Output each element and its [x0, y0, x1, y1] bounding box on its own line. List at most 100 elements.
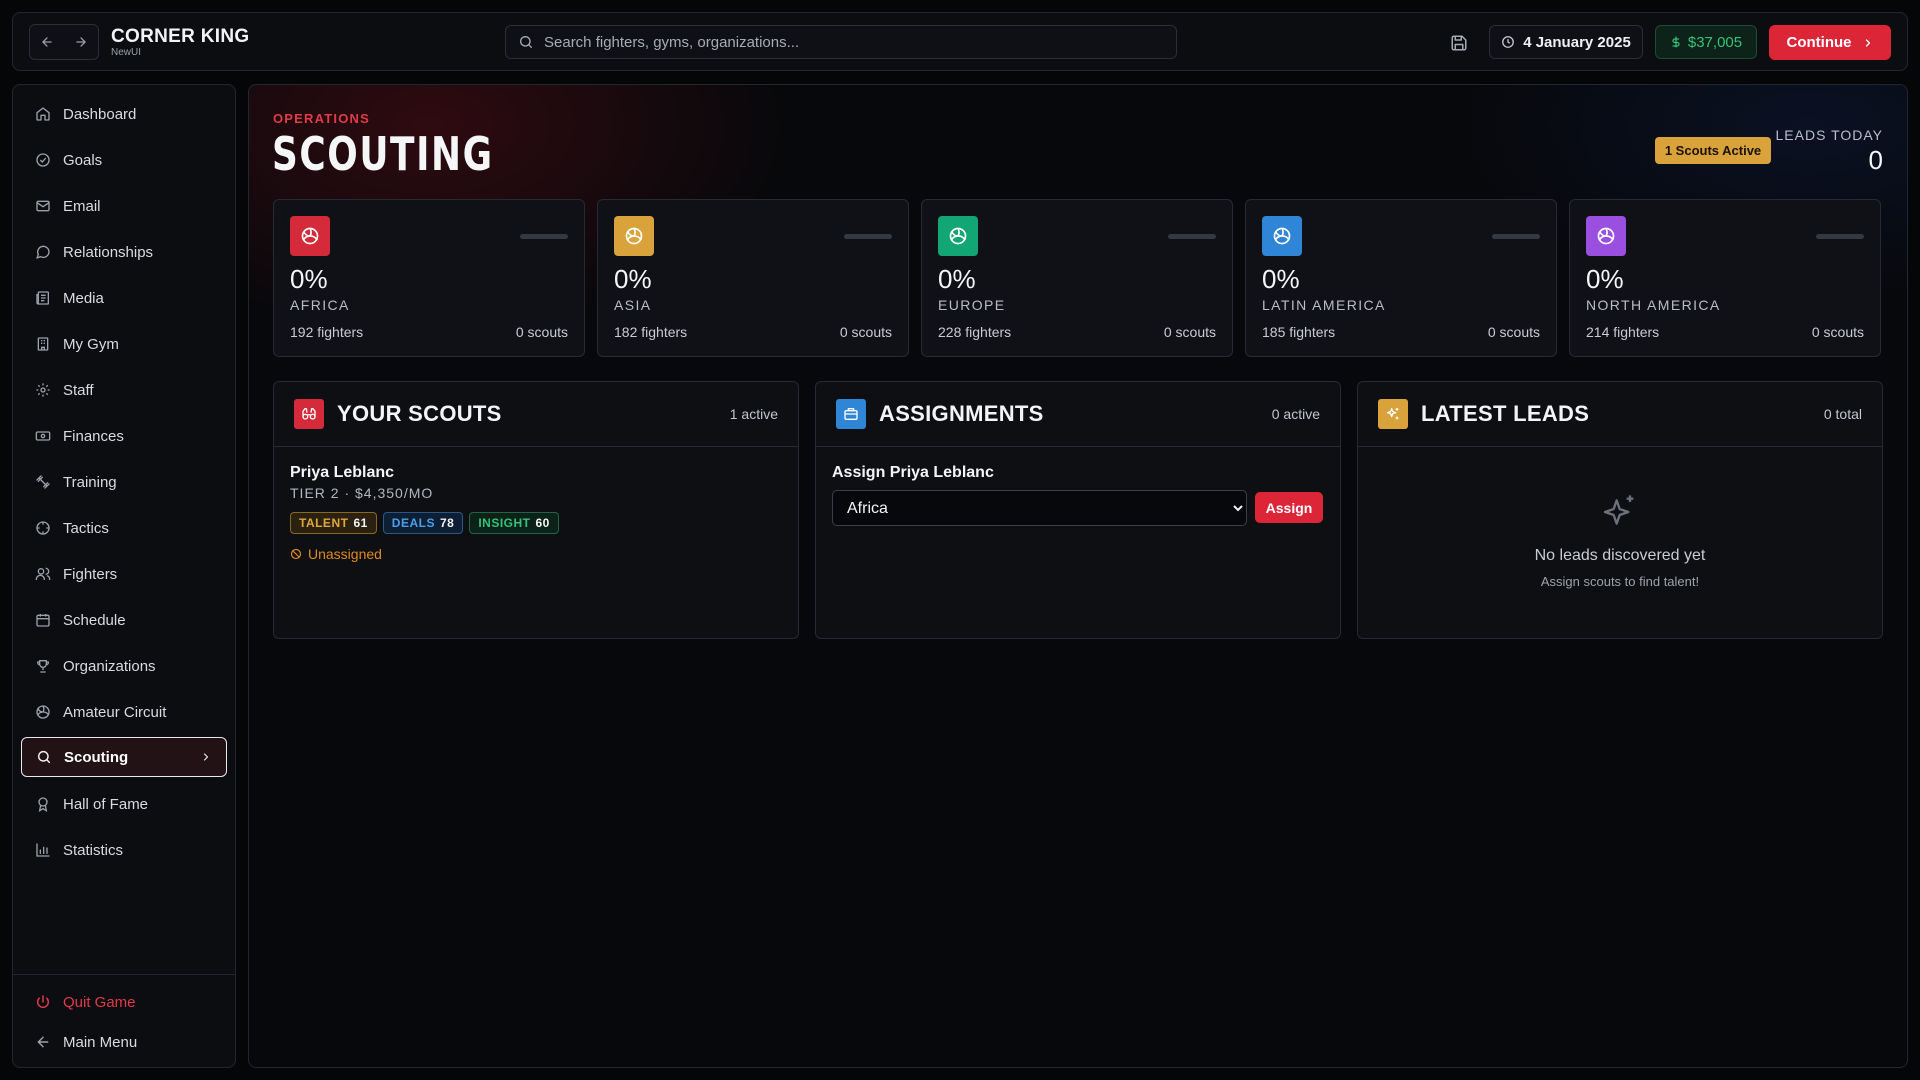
scout-stats: TALENT 61 DEALS 78 INSIGHT 60: [290, 512, 559, 534]
forward-arrow-icon[interactable]: [66, 27, 96, 57]
quit-game-button[interactable]: Quit Game: [21, 982, 227, 1022]
chevron-right-icon: [200, 751, 212, 763]
sidebar: Dashboard Goals Email Relationships Medi…: [12, 84, 236, 1068]
save-icon[interactable]: [1445, 29, 1473, 57]
sidebar-item-hall-of-fame[interactable]: Hall of Fame: [21, 784, 227, 824]
home-icon: [34, 105, 52, 123]
sidebar-item-staff[interactable]: Staff: [21, 370, 227, 410]
current-date: 4 January 2025: [1523, 33, 1631, 51]
banknote-icon: [34, 427, 52, 445]
app-title: CORNER KING: [111, 25, 250, 47]
region-card-latin-america[interactable]: 0% LATIN AMERICA 185 fighters 0 scouts: [1245, 199, 1557, 357]
ban-icon: [290, 548, 302, 560]
sidebar-item-label: Statistics: [63, 841, 124, 859]
sidebar-item-goals[interactable]: Goals: [21, 140, 227, 180]
sidebar-item-finances[interactable]: Finances: [21, 416, 227, 456]
building-icon: [34, 335, 52, 353]
newspaper-icon: [34, 289, 52, 307]
target-icon: [34, 151, 52, 169]
sidebar-item-label: Finances: [63, 427, 124, 445]
region-name: LATIN AMERICA: [1262, 297, 1386, 313]
sidebar-item-label: Fighters: [63, 565, 118, 583]
sidebar-item-label: Amateur Circuit: [63, 703, 167, 721]
region-progress-bar: [1492, 234, 1540, 239]
continue-label: Continue: [1786, 34, 1852, 51]
clock-icon: [1501, 35, 1515, 49]
search-icon: [518, 34, 534, 50]
region-card-africa[interactable]: 0% AFRICA 192 fighters 0 scouts: [273, 199, 585, 357]
region-fighters: 214 fighters: [1586, 324, 1660, 340]
panel-title: LATEST LEADS: [1421, 401, 1590, 426]
search-icon: [35, 748, 53, 766]
sidebar-item-dashboard[interactable]: Dashboard: [21, 94, 227, 134]
balance-display: $37,005: [1655, 25, 1757, 59]
region-card-asia[interactable]: 0% ASIA 182 fighters 0 scouts: [597, 199, 909, 357]
continue-button[interactable]: Continue: [1769, 25, 1891, 60]
chevron-right-icon: [1862, 37, 1874, 49]
users-icon: [34, 565, 52, 583]
sidebar-item-training[interactable]: Training: [21, 462, 227, 502]
balance-value: $37,005: [1687, 33, 1743, 51]
volleyball-icon: [34, 703, 52, 721]
sidebar-item-label: Media: [63, 289, 104, 307]
region-fighters: 185 fighters: [1262, 324, 1336, 340]
section-kicker: OPERATIONS: [273, 111, 370, 126]
sidebar-item-fighters[interactable]: Fighters: [21, 554, 227, 594]
talent-stat-chip: TALENT 61: [290, 512, 377, 534]
region-progress-bar: [520, 234, 568, 239]
main-menu-button[interactable]: Main Menu: [21, 1022, 227, 1062]
scouts-active-badge: 1 Scouts Active: [1655, 137, 1771, 164]
sidebar-item-statistics[interactable]: Statistics: [21, 830, 227, 870]
region-fighters: 192 fighters: [290, 324, 364, 340]
chat-bubble-icon: [34, 243, 52, 261]
sidebar-item-relationships[interactable]: Relationships: [21, 232, 227, 272]
scout-status: Unassigned: [290, 546, 382, 562]
history-nav: [29, 23, 99, 60]
scout-name[interactable]: Priya Leblanc: [290, 464, 394, 482]
sidebar-item-label: Tactics: [63, 519, 109, 537]
search-input[interactable]: [544, 33, 1144, 51]
sidebar-item-label: Dashboard: [63, 105, 137, 123]
sidebar-item-tactics[interactable]: Tactics: [21, 508, 227, 548]
panel-count: 0 active: [1271, 406, 1320, 422]
sidebar-item-label: Training: [63, 473, 117, 491]
assign-button[interactable]: Assign: [1255, 492, 1323, 523]
empty-state-subtitle: Assign scouts to find talent!: [1540, 574, 1700, 589]
dollar-icon: [1670, 35, 1682, 49]
main-menu-label: Main Menu: [63, 1033, 138, 1051]
sidebar-item-scouting[interactable]: Scouting: [21, 737, 227, 777]
arrow-left-icon: [34, 1033, 52, 1051]
sidebar-item-label: Email: [63, 197, 101, 215]
volleyball-icon: [290, 216, 330, 256]
sparkles-icon: [1378, 399, 1408, 429]
sidebar-item-amateur-circuit[interactable]: Amateur Circuit: [21, 692, 227, 732]
region-percent: 0%: [938, 264, 976, 294]
mail-icon: [34, 197, 52, 215]
region-name: AFRICA: [290, 297, 350, 313]
region-card-europe[interactable]: 0% EUROPE 228 fighters 0 scouts: [921, 199, 1233, 357]
sidebar-item-my-gym[interactable]: My Gym: [21, 324, 227, 364]
leads-today-value: 0: [1868, 145, 1883, 175]
region-select[interactable]: Africa: [832, 490, 1247, 526]
sidebar-item-email[interactable]: Email: [21, 186, 227, 226]
scout-tier: TIER 2 · $4,350/MO: [290, 485, 434, 501]
sidebar-item-label: Organizations: [63, 657, 156, 675]
scout-status-text: Unassigned: [308, 546, 382, 562]
trophy-icon: [34, 657, 52, 675]
region-card-north-america[interactable]: 0% NORTH AMERICA 214 fighters 0 scouts: [1569, 199, 1881, 357]
region-percent: 0%: [290, 264, 328, 294]
panel-count: 1 active: [729, 406, 778, 422]
region-name: NORTH AMERICA: [1586, 297, 1721, 313]
panel-header: YOUR SCOUTS 1 active: [274, 382, 798, 447]
sidebar-item-label: Hall of Fame: [63, 795, 149, 813]
app-subtitle: NewUI: [111, 46, 142, 58]
sidebar-item-label: Scouting: [64, 748, 129, 766]
stat-label: DEALS: [391, 516, 435, 530]
sidebar-item-organizations[interactable]: Organizations: [21, 646, 227, 686]
sidebar-item-schedule[interactable]: Schedule: [21, 600, 227, 640]
back-arrow-icon[interactable]: [32, 27, 62, 57]
search-bar[interactable]: [505, 25, 1177, 59]
region-scouts: 0 scouts: [1811, 324, 1864, 340]
quit-game-label: Quit Game: [63, 993, 136, 1011]
sidebar-item-media[interactable]: Media: [21, 278, 227, 318]
